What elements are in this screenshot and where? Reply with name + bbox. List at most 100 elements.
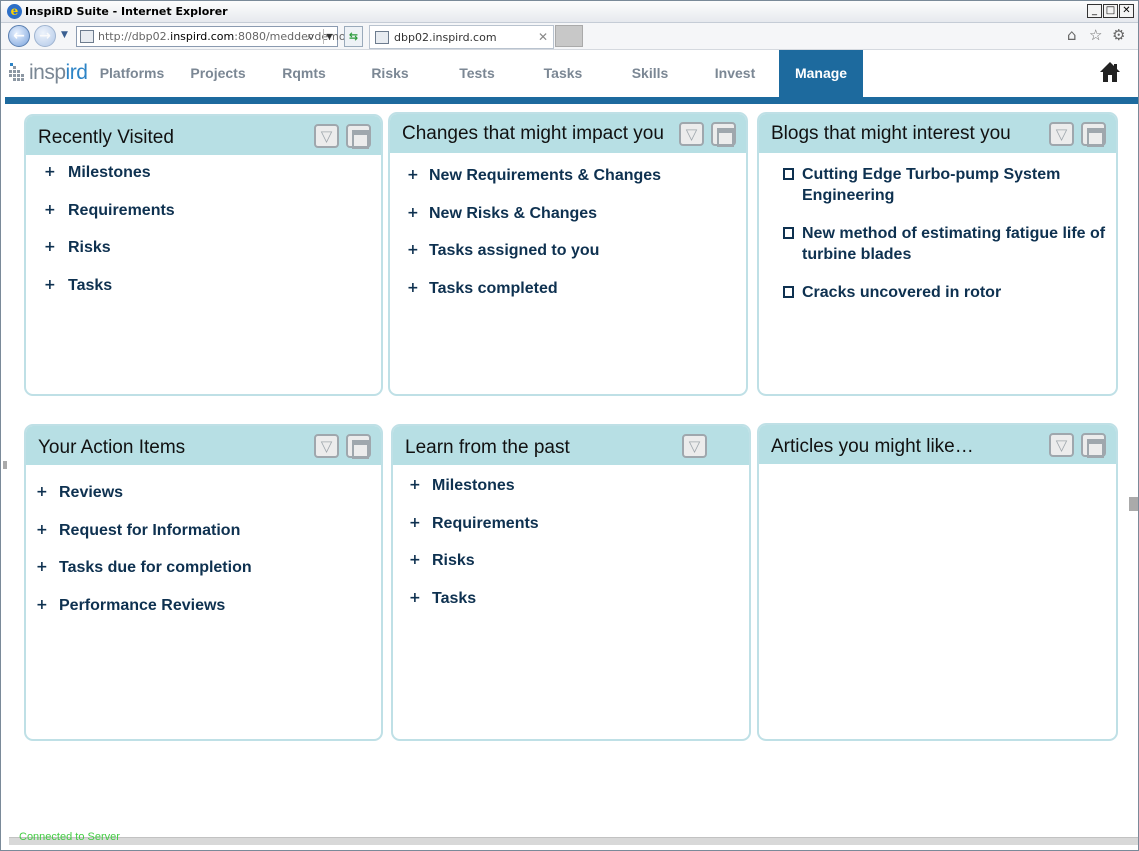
favorites-star-icon[interactable]: ☆ <box>1089 27 1102 44</box>
list-item[interactable]: New method of estimating fatigue life of… <box>759 224 1116 283</box>
filter-icon[interactable]: ▽ <box>679 122 704 146</box>
nav-skills[interactable]: Skills <box>619 50 681 97</box>
address-bar[interactable]: http://dbp02.inspird.com:8080/meddevdemo… <box>76 26 349 47</box>
nav-platforms[interactable]: Platforms <box>93 50 171 97</box>
list-item-label[interactable]: Requirements <box>432 515 539 532</box>
vertical-scrollbar[interactable] <box>1129 497 1138 511</box>
connection-status: Connected to Server <box>19 831 120 843</box>
list-item-label[interactable]: Tasks assigned to you <box>429 242 599 259</box>
maximize-icon[interactable] <box>1081 122 1106 147</box>
plus-icon: + <box>36 597 48 614</box>
refresh-button[interactable]: ⇆ <box>344 26 363 47</box>
list-item-label[interactable]: Tasks completed <box>429 280 558 297</box>
list-item[interactable]: + Reviews <box>26 484 381 522</box>
list-item-label[interactable]: New method of estimating fatigue life of… <box>802 223 1107 265</box>
horizontal-scrollbar[interactable] <box>9 837 1138 845</box>
list-item-label[interactable]: Cracks uncovered in rotor <box>802 282 1102 303</box>
restore-button[interactable]: □ <box>1103 4 1118 18</box>
widget-title: Articles you might like… <box>771 436 974 457</box>
logo-prefix: insp <box>29 61 66 84</box>
filter-icon[interactable]: ▽ <box>314 434 339 458</box>
list-item-label[interactable]: Milestones <box>432 477 515 494</box>
list-item-label[interactable]: Tasks <box>432 590 476 607</box>
new-tab-button[interactable] <box>555 25 583 47</box>
close-button[interactable]: ✕ <box>1119 4 1134 18</box>
widget-header: Blogs that might interest you ▽ <box>759 114 1116 153</box>
address-dropdown-icon[interactable]: ▼ <box>323 29 335 44</box>
widget-title: Learn from the past <box>405 437 570 458</box>
list-item[interactable]: + Requirements <box>26 202 381 240</box>
list-item-label[interactable]: Milestones <box>68 164 151 181</box>
list-item[interactable]: + Tasks <box>393 590 749 628</box>
checkbox-icon[interactable] <box>783 227 794 239</box>
list-item-label[interactable]: New Requirements & Changes <box>429 167 661 184</box>
filter-icon[interactable]: ▽ <box>1049 122 1074 146</box>
widget-action-items: Your Action Items ▽ + Reviews + Request fo… <box>24 424 383 741</box>
plus-icon: + <box>44 239 56 256</box>
list-item[interactable]: + Performance Reviews <box>26 597 381 635</box>
widget-header: Recently Visited ▽ <box>26 116 381 155</box>
nav-invest[interactable]: Invest <box>703 50 767 97</box>
nav-projects[interactable]: Projects <box>181 50 255 97</box>
nav-tasks[interactable]: Tasks <box>531 50 595 97</box>
learn-list: + Milestones + Requirements + Risks + Tasks <box>393 477 749 628</box>
search-icon[interactable]: ⌕ <box>307 29 314 44</box>
list-item[interactable]: + Tasks completed <box>390 280 746 318</box>
home-browser-icon[interactable]: ⌂ <box>1067 27 1077 44</box>
checkbox-icon[interactable] <box>783 286 794 298</box>
list-item-label[interactable]: Cutting Edge Turbo-pump System Engineeri… <box>802 164 1102 206</box>
list-item-label[interactable]: Performance Reviews <box>59 597 225 614</box>
widget-recently-visited: Recently Visited ▽ + Milestones + Requirem… <box>24 114 383 396</box>
list-item-label[interactable]: Risks <box>432 552 475 569</box>
home-icon[interactable] <box>1099 61 1121 83</box>
list-item-label[interactable]: Risks <box>68 239 111 256</box>
list-item[interactable]: + Tasks due for completion <box>26 559 381 597</box>
list-item[interactable]: + Risks <box>26 239 381 277</box>
nav-rqmts[interactable]: Rqmts <box>271 50 337 97</box>
list-item[interactable]: + Milestones <box>26 164 381 202</box>
list-item-label[interactable]: Requirements <box>68 202 175 219</box>
widget-changes: Changes that might impact you ▽ + New Req… <box>388 112 748 396</box>
plus-icon: + <box>44 164 56 180</box>
nav-tests[interactable]: Tests <box>444 50 510 97</box>
list-item-label[interactable]: Request for Information <box>59 522 240 539</box>
checkbox-icon[interactable] <box>783 168 794 180</box>
maximize-icon[interactable] <box>711 122 736 147</box>
logo-dots-icon <box>9 63 29 81</box>
maximize-icon[interactable] <box>346 434 371 459</box>
list-item[interactable]: + New Requirements & Changes <box>390 167 746 205</box>
list-item[interactable]: + New Risks & Changes <box>390 205 746 243</box>
list-item[interactable]: Cutting Edge Turbo-pump System Engineeri… <box>759 165 1116 224</box>
tab-close-icon[interactable]: ✕ <box>538 30 548 44</box>
list-item[interactable]: + Request for Information <box>26 522 381 560</box>
maximize-icon[interactable] <box>1081 433 1106 458</box>
app-navigation: inspird Platforms Projects Rqmts Risks T… <box>1 50 1138 97</box>
browser-tab[interactable]: dbp02.inspird.com ✕ <box>369 25 554 49</box>
list-item[interactable]: + Requirements <box>393 515 749 553</box>
window-title: InspiRD Suite - Internet Explorer <box>25 5 228 18</box>
list-item-label[interactable]: New Risks & Changes <box>429 205 597 222</box>
list-item-label[interactable]: Tasks <box>68 277 112 294</box>
filter-icon[interactable]: ▽ <box>682 434 707 458</box>
list-item-label[interactable]: Reviews <box>59 484 123 501</box>
forward-button[interactable]: → <box>34 25 56 47</box>
list-item[interactable]: Cracks uncovered in rotor <box>759 283 1116 321</box>
back-button[interactable]: ← <box>8 25 30 47</box>
list-item-label[interactable]: Tasks due for completion <box>59 559 252 576</box>
list-item[interactable]: + Milestones <box>393 477 749 515</box>
settings-gear-icon[interactable]: ⚙ <box>1112 27 1125 44</box>
tab-favicon-icon <box>375 31 389 44</box>
minimize-button[interactable]: _ <box>1087 4 1102 18</box>
history-dropdown-icon[interactable]: ▼ <box>61 29 68 41</box>
filter-icon[interactable]: ▽ <box>1049 433 1074 457</box>
list-item[interactable]: + Tasks <box>26 277 381 315</box>
nav-risks[interactable]: Risks <box>358 50 422 97</box>
list-item[interactable]: + Tasks assigned to you <box>390 242 746 280</box>
plus-icon: + <box>409 514 421 531</box>
list-item[interactable]: + Risks <box>393 552 749 590</box>
plus-icon: + <box>36 521 48 538</box>
browser-toolbar: ← → ▼ http://dbp02.inspird.com:8080/medd… <box>1 23 1138 50</box>
nav-manage[interactable]: Manage <box>779 50 863 97</box>
filter-icon[interactable]: ▽ <box>314 124 339 148</box>
maximize-icon[interactable] <box>346 124 371 149</box>
